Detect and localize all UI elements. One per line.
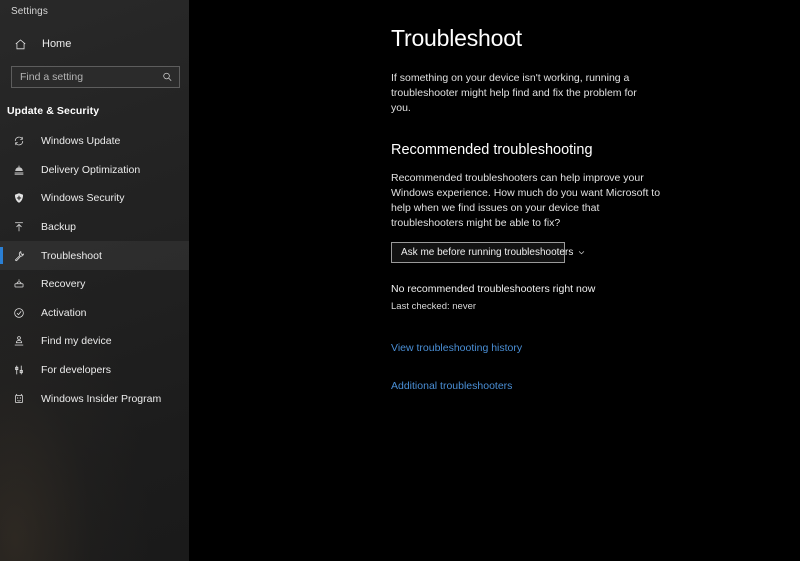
sidebar-item-home-label: Home [42, 38, 72, 50]
app-title: Settings [11, 5, 48, 17]
recommended-status-primary: No recommended troubleshooters right now [391, 283, 596, 296]
page-description: If something on your device isn't workin… [391, 72, 637, 115]
sidebar-item-find-my-device[interactable]: Find my device [0, 327, 189, 356]
sidebar-item-label: Windows Update [41, 135, 121, 148]
sidebar-item-label: Troubleshoot [41, 249, 102, 262]
sidebar-item-windows-update[interactable]: Windows Update [0, 127, 189, 156]
sidebar-item-label: Windows Security [41, 192, 125, 205]
sidebar-section-header: Update & Security [7, 105, 100, 117]
search-container [11, 66, 180, 88]
upload-icon [11, 221, 27, 233]
sidebar-item-label: Backup [41, 221, 77, 234]
find-device-icon [11, 335, 27, 347]
home-icon [11, 38, 29, 51]
sidebar-item-backup[interactable]: Backup [0, 213, 189, 242]
sidebar-item-windows-security[interactable]: Windows Security [0, 184, 189, 213]
shield-icon [11, 192, 27, 204]
sidebar-item-home[interactable]: Home [0, 31, 189, 57]
troubleshooting-preference-dropdown[interactable]: Ask me before running troubleshooters [391, 242, 585, 264]
search-input[interactable] [11, 66, 180, 88]
sidebar-item-label: Windows Insider Program [41, 392, 162, 405]
sidebar-item-activation[interactable]: Activation [0, 299, 189, 328]
sidebar-item-label: Recovery [41, 278, 86, 291]
view-troubleshooting-history-link[interactable]: View troubleshooting history [391, 342, 522, 354]
developer-tools-icon [11, 364, 27, 376]
wrench-icon [11, 250, 27, 262]
recommended-troubleshooting-description: Recommended troubleshooters can help imp… [391, 172, 661, 230]
title-bar: Settings [0, 0, 189, 22]
additional-troubleshooters-link[interactable]: Additional troubleshooters [391, 380, 512, 392]
sidebar-nav-list: Windows Update Delivery Optimization Win… [0, 127, 189, 413]
main-content: Troubleshoot If something on your device… [189, 0, 800, 561]
sidebar-item-windows-insider-program[interactable]: Windows Insider Program [0, 384, 189, 413]
troubleshooting-preference-value: Ask me before running troubleshooters [401, 247, 574, 259]
recovery-icon [11, 278, 27, 290]
insider-bug-icon [11, 393, 27, 405]
sidebar-item-for-developers[interactable]: For developers [0, 356, 189, 385]
sidebar-item-label: Find my device [41, 335, 112, 348]
delivery-icon [11, 164, 27, 176]
sidebar-item-label: Activation [41, 306, 87, 319]
chevron-down-icon [577, 248, 586, 257]
sync-icon [11, 135, 27, 147]
sidebar-item-label: Delivery Optimization [41, 163, 141, 176]
sidebar-item-troubleshoot[interactable]: Troubleshoot [0, 241, 189, 270]
recommended-status-secondary: Last checked: never [391, 301, 477, 313]
check-circle-icon [11, 307, 27, 319]
sidebar-item-recovery[interactable]: Recovery [0, 270, 189, 299]
sidebar-item-label: For developers [41, 364, 112, 377]
settings-window: Settings Home Update & Security [0, 0, 800, 561]
sidebar: Settings Home Update & Security [0, 0, 189, 561]
recommended-troubleshooting-heading: Recommended troubleshooting [391, 142, 593, 159]
sidebar-item-delivery-optimization[interactable]: Delivery Optimization [0, 156, 189, 185]
page-title: Troubleshoot [391, 25, 522, 51]
